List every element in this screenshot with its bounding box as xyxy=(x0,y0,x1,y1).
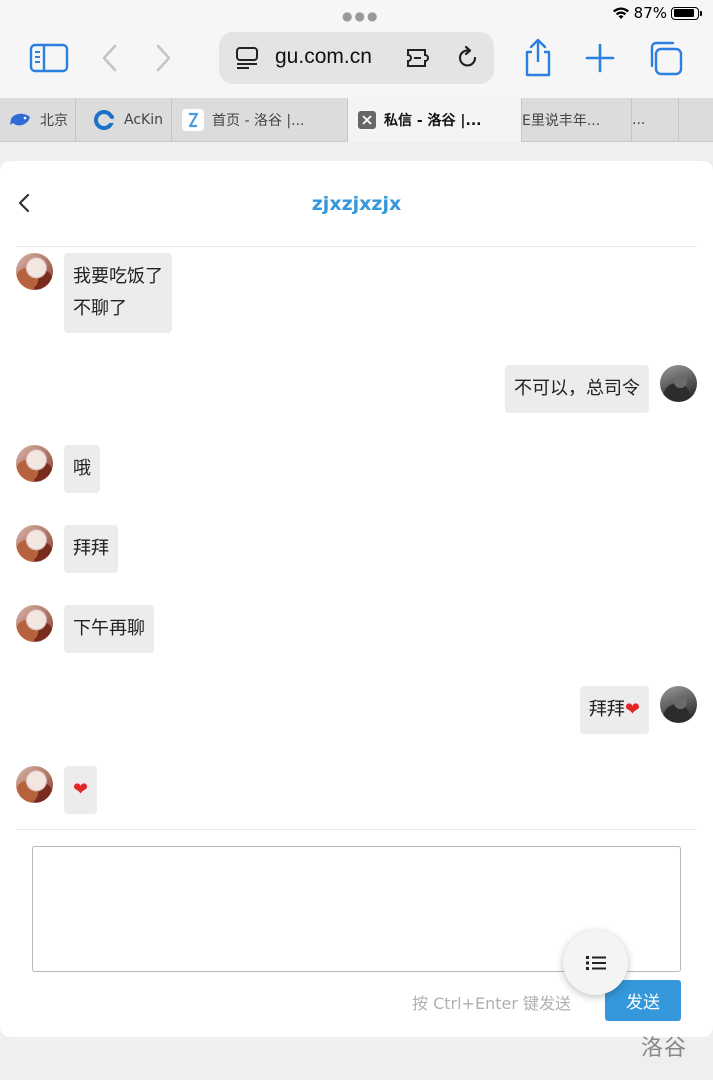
heart-emoji-icon: ❤ xyxy=(73,779,89,800)
sidebar-icon[interactable] xyxy=(29,38,69,78)
tab-more[interactable]: ... xyxy=(632,98,679,142)
chat-title[interactable]: zjxzjxzjx xyxy=(0,193,713,215)
avatar[interactable] xyxy=(16,445,53,482)
header-divider xyxy=(16,246,697,247)
list-icon xyxy=(585,955,606,970)
message-text: 不聊了 xyxy=(73,298,127,319)
browser-toolbar: ●●● 87% gu.com.cn xyxy=(0,0,713,100)
tab-label: E里说丰年... xyxy=(522,113,601,129)
new-tab-plus-icon[interactable] xyxy=(580,38,620,78)
avatar[interactable] xyxy=(16,525,53,562)
tab-label: ... xyxy=(632,112,646,128)
wifi-icon xyxy=(612,7,629,19)
tab-ackin[interactable]: AcKin xyxy=(76,98,172,142)
message-bubble: 不可以，总司令 xyxy=(505,365,649,413)
menu-fab-button[interactable] xyxy=(563,930,628,995)
extension-icon[interactable] xyxy=(405,46,437,70)
tab-label: 北京 xyxy=(40,113,68,129)
message-bubble: 拜拜❤ xyxy=(579,686,649,734)
tab-luogu-messages[interactable]: 私信 - 洛谷 |... xyxy=(348,98,522,142)
tab-overview-icon[interactable] xyxy=(645,38,685,78)
avatar[interactable] xyxy=(16,253,53,290)
luogu-icon xyxy=(182,109,204,131)
message-text: 拜拜 xyxy=(588,699,625,720)
message-bubble: 我要吃饭了 不聊了 xyxy=(64,253,172,333)
message-bubble: 哦 xyxy=(64,445,100,493)
back-arrow-icon[interactable] xyxy=(90,38,130,78)
message-bubble: 下午再聊 xyxy=(64,605,154,653)
avatar[interactable] xyxy=(660,365,697,402)
message-bubble: 拜拜 xyxy=(64,525,118,573)
tab-label: AcKin xyxy=(124,112,163,128)
share-icon[interactable] xyxy=(518,38,558,78)
page-menu-icon[interactable] xyxy=(235,46,259,70)
message-text: 不可以，总司令 xyxy=(514,378,640,399)
send-hint: 按 Ctrl+Enter 键发送 xyxy=(412,994,571,1013)
forward-arrow-icon[interactable] xyxy=(143,38,183,78)
multitask-dots-icon[interactable]: ●●● xyxy=(342,9,379,23)
address-bar[interactable]: gu.com.cn xyxy=(219,32,494,84)
battery-fill xyxy=(673,9,694,17)
tab-luogu-home[interactable]: 首页 - 洛谷 |... xyxy=(172,98,348,142)
tab-bar: 北京 AcKin 首页 - 洛谷 |... 私信 - 洛谷 |... E里说丰年… xyxy=(0,98,713,142)
reload-icon[interactable] xyxy=(455,45,481,71)
message-text: 哦 xyxy=(73,458,91,479)
tab-label: 私信 - 洛谷 |... xyxy=(384,113,482,129)
tab-beijing[interactable]: 北京 xyxy=(0,98,76,142)
heart-emoji-icon: ❤ xyxy=(624,699,640,720)
avatar[interactable] xyxy=(660,686,697,723)
tab-other[interactable]: E里说丰年... xyxy=(522,98,632,142)
message-text: 下午再聊 xyxy=(73,618,145,639)
battery-icon xyxy=(671,6,702,20)
message-bubble: ❤ xyxy=(64,766,98,814)
composer-divider xyxy=(16,829,697,830)
tab-label: 首页 - 洛谷 |... xyxy=(212,113,305,129)
close-icon[interactable] xyxy=(358,111,376,129)
url-text[interactable]: gu.com.cn xyxy=(275,45,372,69)
watermark-logo: 洛谷 xyxy=(641,1036,688,1061)
avatar[interactable] xyxy=(16,766,53,803)
message-text: 拜拜 xyxy=(73,538,109,559)
status-bar: 87% xyxy=(612,4,702,22)
avatar[interactable] xyxy=(16,605,53,642)
battery-percent: 87% xyxy=(633,4,667,22)
whale-icon xyxy=(10,109,32,131)
message-text: 我要吃饭了 xyxy=(73,266,163,287)
c-logo-icon xyxy=(94,109,116,131)
